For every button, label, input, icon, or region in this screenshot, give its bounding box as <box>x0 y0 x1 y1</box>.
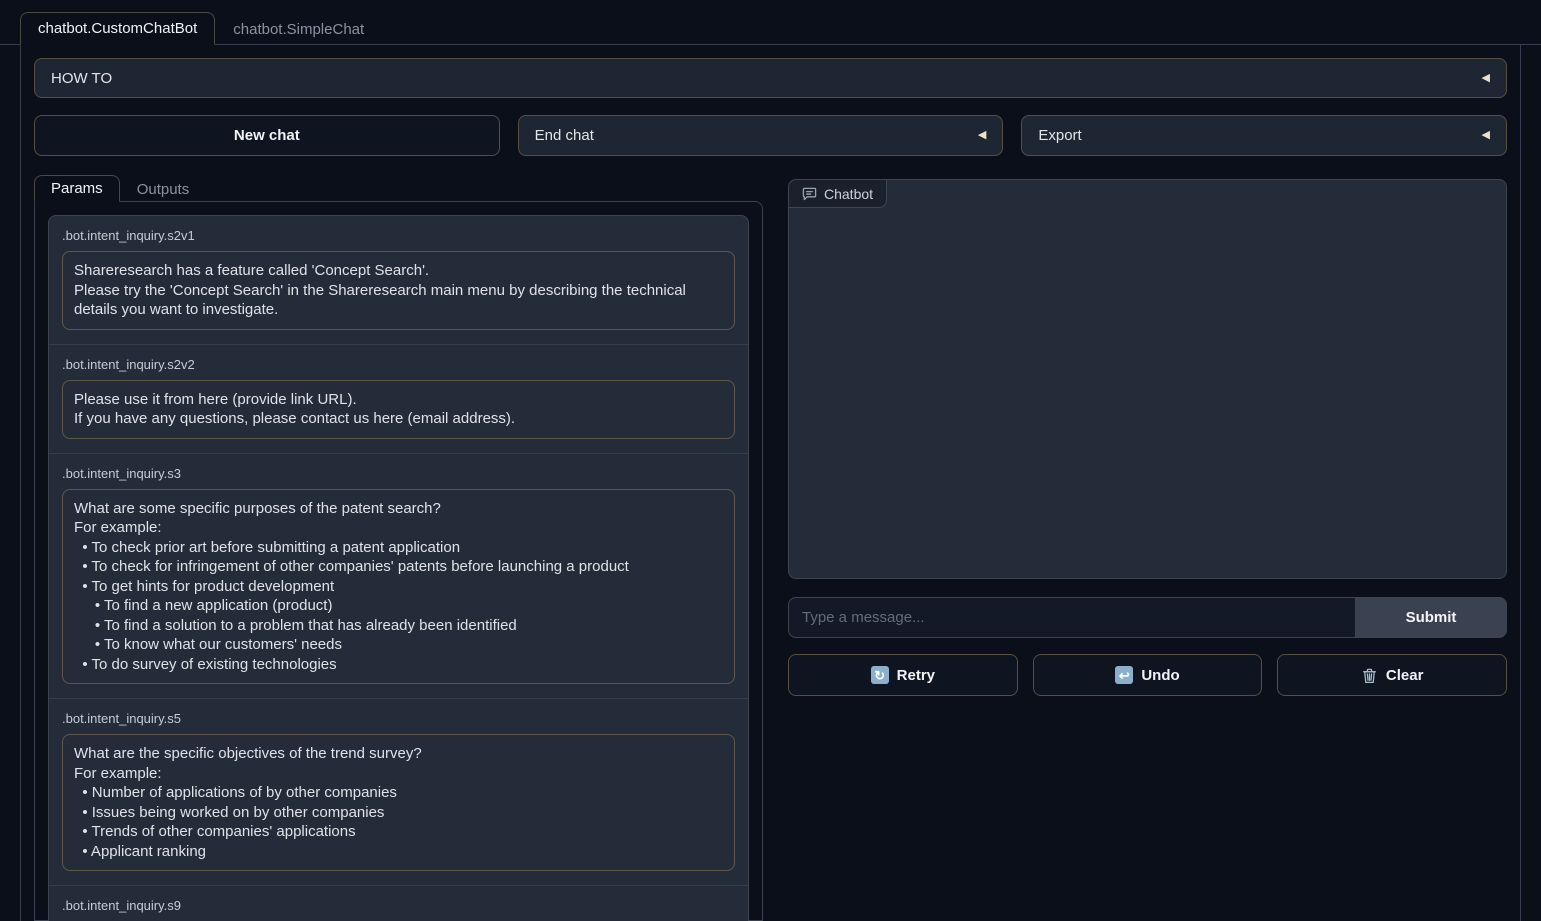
message-input[interactable] <box>788 597 1355 638</box>
chat-input-row: Submit <box>788 597 1507 638</box>
controls-row: New chat End chat ◀ Export ◀ <box>34 115 1507 156</box>
param-field: .bot.intent_inquiry.s5 What are the spec… <box>49 698 748 885</box>
chatbot-panel-label: Chatbot <box>789 180 887 208</box>
chat-action-row: ↻ Retry ↩ Undo <box>788 654 1507 696</box>
main-row: Params Outputs .bot.intent_inquiry.s2v1 … <box>34 173 1507 921</box>
field-label: .bot.intent_inquiry.s9 <box>62 898 735 913</box>
left-column: Params Outputs .bot.intent_inquiry.s2v1 … <box>34 173 763 921</box>
end-chat-accordion[interactable]: End chat ◀ <box>518 115 1004 156</box>
chevron-left-icon: ◀ <box>1482 73 1490 84</box>
retry-label: Retry <box>897 667 935 684</box>
param-field: .bot.intent_inquiry.s2v1 Shareresearch h… <box>49 216 748 344</box>
field-label: .bot.intent_inquiry.s5 <box>62 711 735 726</box>
end-chat-label: End chat <box>535 127 594 144</box>
chat-bubble-icon <box>802 186 817 201</box>
field-textbox[interactable]: Please use it from here (provide link UR… <box>62 380 735 439</box>
retry-icon: ↻ <box>871 666 889 684</box>
chatbot-label-text: Chatbot <box>824 186 873 202</box>
field-label: .bot.intent_inquiry.s2v1 <box>62 228 735 243</box>
param-field: .bot.intent_inquiry.s9 <box>49 885 748 921</box>
how-to-label: HOW TO <box>51 70 112 87</box>
chatbot-panel: Chatbot <box>788 179 1507 579</box>
undo-button[interactable]: ↩ Undo <box>1033 654 1263 696</box>
param-field: .bot.intent_inquiry.s3 What are some spe… <box>49 453 748 699</box>
field-textbox[interactable]: Shareresearch has a feature called 'Conc… <box>62 251 735 330</box>
how-to-accordion[interactable]: HOW TO ◀ <box>34 58 1507 98</box>
clear-button[interactable]: Clear <box>1277 654 1507 696</box>
tab-chatbot-simplechat[interactable]: chatbot.SimpleChat <box>215 13 382 45</box>
tab-outputs[interactable]: Outputs <box>120 176 207 202</box>
trash-icon <box>1361 667 1378 684</box>
params-panel: .bot.intent_inquiry.s2v1 Shareresearch h… <box>34 201 763 921</box>
undo-label: Undo <box>1141 667 1179 684</box>
undo-icon: ↩ <box>1115 666 1133 684</box>
chevron-left-icon: ◀ <box>1482 130 1490 141</box>
retry-button[interactable]: ↻ Retry <box>788 654 1018 696</box>
params-field-group: .bot.intent_inquiry.s2v1 Shareresearch h… <box>48 215 749 921</box>
export-label: Export <box>1038 127 1081 144</box>
tab-params[interactable]: Params <box>34 175 120 202</box>
export-accordion[interactable]: Export ◀ <box>1021 115 1507 156</box>
new-chat-button[interactable]: New chat <box>34 115 500 156</box>
params-tab-bar: Params Outputs <box>34 173 763 201</box>
tab-content: HOW TO ◀ New chat End chat ◀ Export ◀ Pa… <box>20 45 1521 921</box>
top-tab-bar: chatbot.CustomChatBot chatbot.SimpleChat <box>0 0 1541 45</box>
field-label: .bot.intent_inquiry.s3 <box>62 466 735 481</box>
param-field: .bot.intent_inquiry.s2v2 Please use it f… <box>49 344 748 453</box>
field-label: .bot.intent_inquiry.s2v2 <box>62 357 735 372</box>
field-textbox[interactable]: What are the specific objectives of the … <box>62 734 735 871</box>
tab-chatbot-customchatbot[interactable]: chatbot.CustomChatBot <box>20 12 215 45</box>
clear-label: Clear <box>1386 667 1424 684</box>
right-column: Chatbot Submit ↻ Retry ↩ Undo <box>788 173 1507 921</box>
submit-button[interactable]: Submit <box>1355 597 1507 638</box>
chevron-left-icon: ◀ <box>978 130 986 141</box>
field-textbox[interactable]: What are some specific purposes of the p… <box>62 489 735 685</box>
